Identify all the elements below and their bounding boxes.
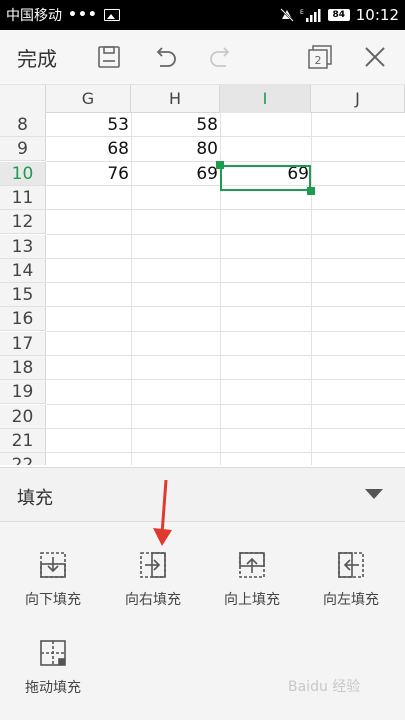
row-gridline bbox=[46, 403, 405, 405]
save-icon[interactable] bbox=[94, 42, 124, 72]
column-header-bar: GHIJ bbox=[0, 85, 405, 113]
row-header-21[interactable]: 21 bbox=[0, 428, 46, 453]
row-header-8[interactable]: 8 bbox=[0, 113, 46, 137]
fill-panel-header[interactable]: 填充 bbox=[0, 467, 405, 522]
drag-fill-label: 拖动填充 bbox=[25, 680, 81, 696]
row-header-12[interactable]: 12 bbox=[0, 210, 46, 235]
watermark: Baidu 经验 bbox=[288, 679, 361, 695]
row-header-11[interactable]: 11 bbox=[0, 185, 46, 210]
annotation-arrow-icon bbox=[153, 479, 172, 546]
row-header-22[interactable]: 22 bbox=[0, 453, 46, 465]
row-header-13[interactable]: 13 bbox=[0, 234, 46, 259]
cell-h10[interactable]: 69 bbox=[131, 162, 220, 186]
cell-g10[interactable]: 76 bbox=[46, 162, 131, 186]
row-gridline bbox=[46, 427, 405, 429]
row-gridline bbox=[46, 355, 405, 356]
done-button[interactable]: 完成 bbox=[17, 43, 77, 72]
more-notifications-icon: ••• bbox=[68, 7, 98, 23]
status-bar: 中国移动 ••• E 84 10:12 bbox=[0, 0, 405, 30]
drag-fill-button[interactable]: 拖动填充 bbox=[8, 640, 98, 700]
fill-right-button[interactable]: 向右填充 bbox=[108, 552, 198, 612]
row-header-14[interactable]: 14 bbox=[0, 258, 46, 283]
close-icon[interactable] bbox=[360, 42, 390, 72]
mute-icon bbox=[280, 8, 294, 22]
fill-up-label: 向上填充 bbox=[224, 592, 280, 608]
fill-right-icon bbox=[140, 552, 166, 578]
row-header-17[interactable]: 17 bbox=[0, 331, 46, 356]
row-gridline bbox=[46, 306, 405, 308]
cell-g9[interactable]: 68 bbox=[46, 137, 131, 161]
fill-up-button[interactable]: 向上填充 bbox=[207, 552, 297, 612]
column-header-g[interactable]: G bbox=[46, 85, 131, 113]
svg-text:E: E bbox=[300, 9, 304, 16]
app-root: 中国移动 ••• E 84 10:12 完成 2 G H I J 8 53 58… bbox=[0, 0, 405, 720]
svg-text:2: 2 bbox=[315, 54, 322, 67]
fill-left-label: 向左填充 bbox=[323, 592, 379, 608]
fill-left-button[interactable]: 向左填充 bbox=[306, 552, 396, 612]
cell-g8[interactable]: 53 bbox=[46, 113, 131, 137]
selection-handle-top-left[interactable] bbox=[216, 161, 224, 169]
clock: 10:12 bbox=[355, 6, 399, 24]
column-header-j[interactable]: J bbox=[311, 85, 405, 113]
row-gridline bbox=[46, 257, 405, 259]
fill-up-icon bbox=[239, 552, 265, 578]
row-header-20[interactable]: 20 bbox=[0, 404, 46, 429]
drag-fill-icon bbox=[40, 640, 66, 666]
collapse-triangle-icon[interactable] bbox=[365, 489, 383, 499]
redo-icon[interactable] bbox=[206, 42, 236, 72]
fill-panel-title: 填充 bbox=[17, 488, 53, 509]
carrier-name: 中国移动 bbox=[6, 8, 62, 24]
signal-icon: E bbox=[300, 9, 321, 22]
row-header-15[interactable]: 15 bbox=[0, 283, 46, 308]
row-header-18[interactable]: 18 bbox=[0, 356, 46, 380]
row-header-9[interactable]: 9 bbox=[0, 137, 46, 162]
selection-handle-bottom-right[interactable] bbox=[307, 187, 315, 195]
column-header-i[interactable]: I bbox=[220, 85, 311, 113]
column-header-h[interactable]: H bbox=[131, 85, 220, 113]
row-header-19[interactable]: 19 bbox=[0, 380, 46, 405]
switch-sheet-icon[interactable]: 2 bbox=[305, 42, 335, 72]
fill-right-label: 向右填充 bbox=[125, 592, 181, 608]
fill-left-icon bbox=[338, 552, 364, 578]
selected-cell-border bbox=[220, 165, 311, 191]
fill-down-button[interactable]: 向下填充 bbox=[8, 552, 98, 612]
spreadsheet-grid[interactable]: GHIJ 8 53 58 9 68 80 10 76 69 69 11 12 13 14 15 16 17 18 1… bbox=[0, 85, 405, 465]
column-gridline bbox=[311, 113, 312, 465]
row-gridline bbox=[46, 233, 405, 235]
battery-icon: 84 bbox=[327, 9, 350, 21]
row-gridline bbox=[46, 209, 405, 211]
fill-down-icon bbox=[40, 552, 66, 578]
image-notification-icon bbox=[103, 9, 120, 21]
cell-i9[interactable] bbox=[220, 137, 311, 161]
cell-h9[interactable]: 80 bbox=[131, 137, 220, 161]
row-header-16[interactable]: 16 bbox=[0, 307, 46, 332]
row-gridline bbox=[46, 330, 405, 332]
row-gridline bbox=[46, 282, 405, 284]
row-header-10[interactable]: 10 bbox=[0, 161, 46, 186]
undo-icon[interactable] bbox=[150, 42, 180, 72]
cell-h8[interactable]: 58 bbox=[131, 113, 220, 137]
row-gridline bbox=[46, 452, 405, 454]
row-gridline bbox=[46, 379, 405, 381]
fill-down-label: 向下填充 bbox=[25, 592, 81, 608]
top-toolbar: 完成 2 bbox=[0, 30, 405, 85]
cell-i8[interactable] bbox=[220, 113, 311, 137]
select-all-corner[interactable] bbox=[0, 85, 46, 113]
